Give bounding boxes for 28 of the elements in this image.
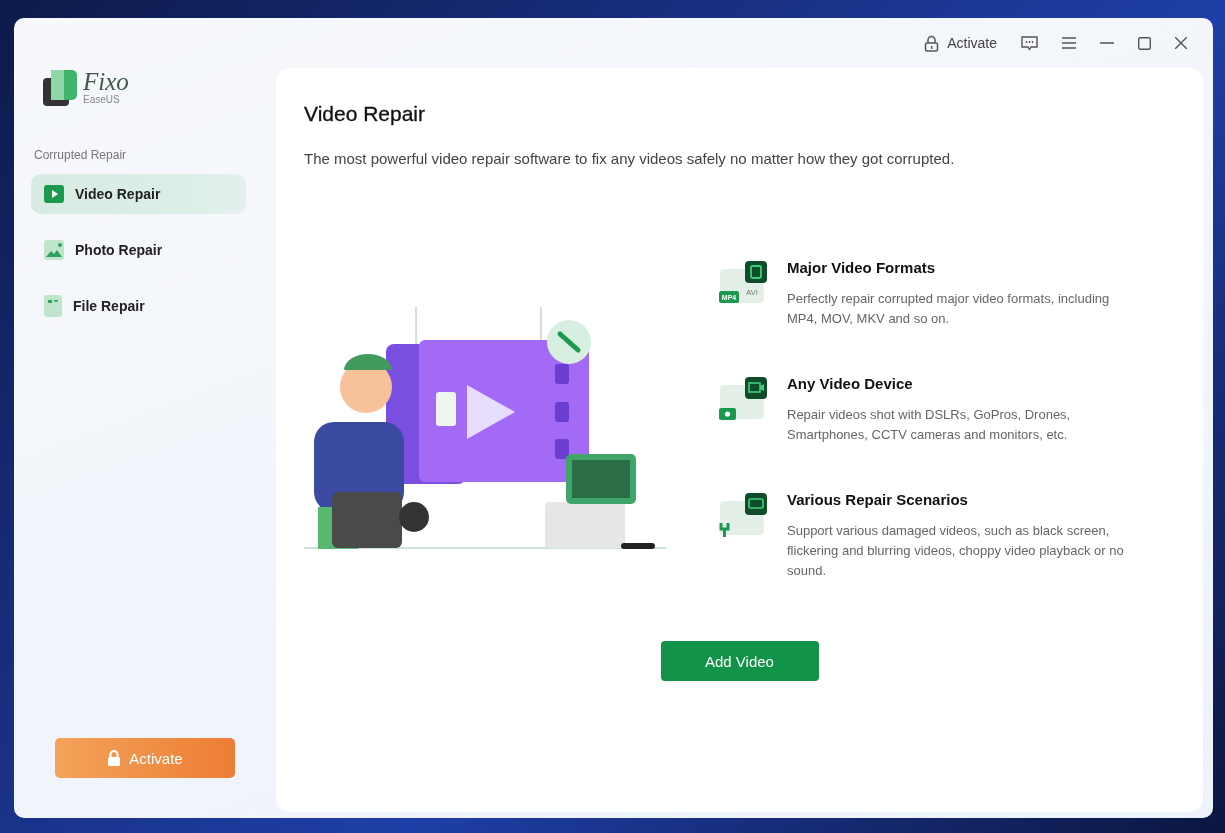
feature-title: Any Video Device [787, 375, 914, 392]
feature-title: Various Repair Scenarios [787, 491, 969, 508]
lock-icon [107, 750, 122, 766]
lock-icon [924, 34, 940, 52]
sidebar-item[interactable]: Photo Repair [31, 230, 246, 270]
maximize-icon[interactable] [1138, 36, 1151, 50]
feedback-icon[interactable] [1021, 35, 1038, 51]
feature-description: Repair videos shot with DSLRs, GoPros, Drones, Smartphones, CCTV cameras and monitors, etc. [787, 406, 1072, 444]
logo-icon [41, 68, 79, 108]
activate-link[interactable]: Activate [924, 34, 997, 52]
page-subtitle: The most powerful video repair software to fix any videos safely no matter how they got corrupted. [304, 150, 956, 167]
section-label: Corrupted Repair [34, 148, 128, 162]
wrench-monitor-icon [719, 493, 769, 539]
logo-name: Fixo [83, 70, 129, 94]
add-video-button[interactable]: Add Video [660, 641, 819, 681]
document-icon [44, 295, 62, 317]
menu-icon[interactable] [1062, 37, 1076, 49]
close-icon[interactable] [1175, 37, 1187, 49]
sidebar-item[interactable]: File Repair [31, 286, 246, 326]
image-icon [44, 240, 64, 260]
video-camera-icon [719, 377, 769, 423]
page-title: Video Repair [304, 102, 427, 126]
sidebar-item[interactable]: Video Repair [31, 174, 246, 214]
logo-brand: EaseUS [83, 94, 121, 106]
feature-description: Support various damaged videos, such as black screen, flickering and blurring videos, choppy video playback or no sound. [787, 522, 1125, 580]
feature-description: Perfectly repair corrupted major video formats, including MP4, MOV, MKV and so on. [787, 290, 1111, 328]
play-icon [44, 185, 64, 203]
feature-title: Major Video Formats [787, 259, 937, 276]
